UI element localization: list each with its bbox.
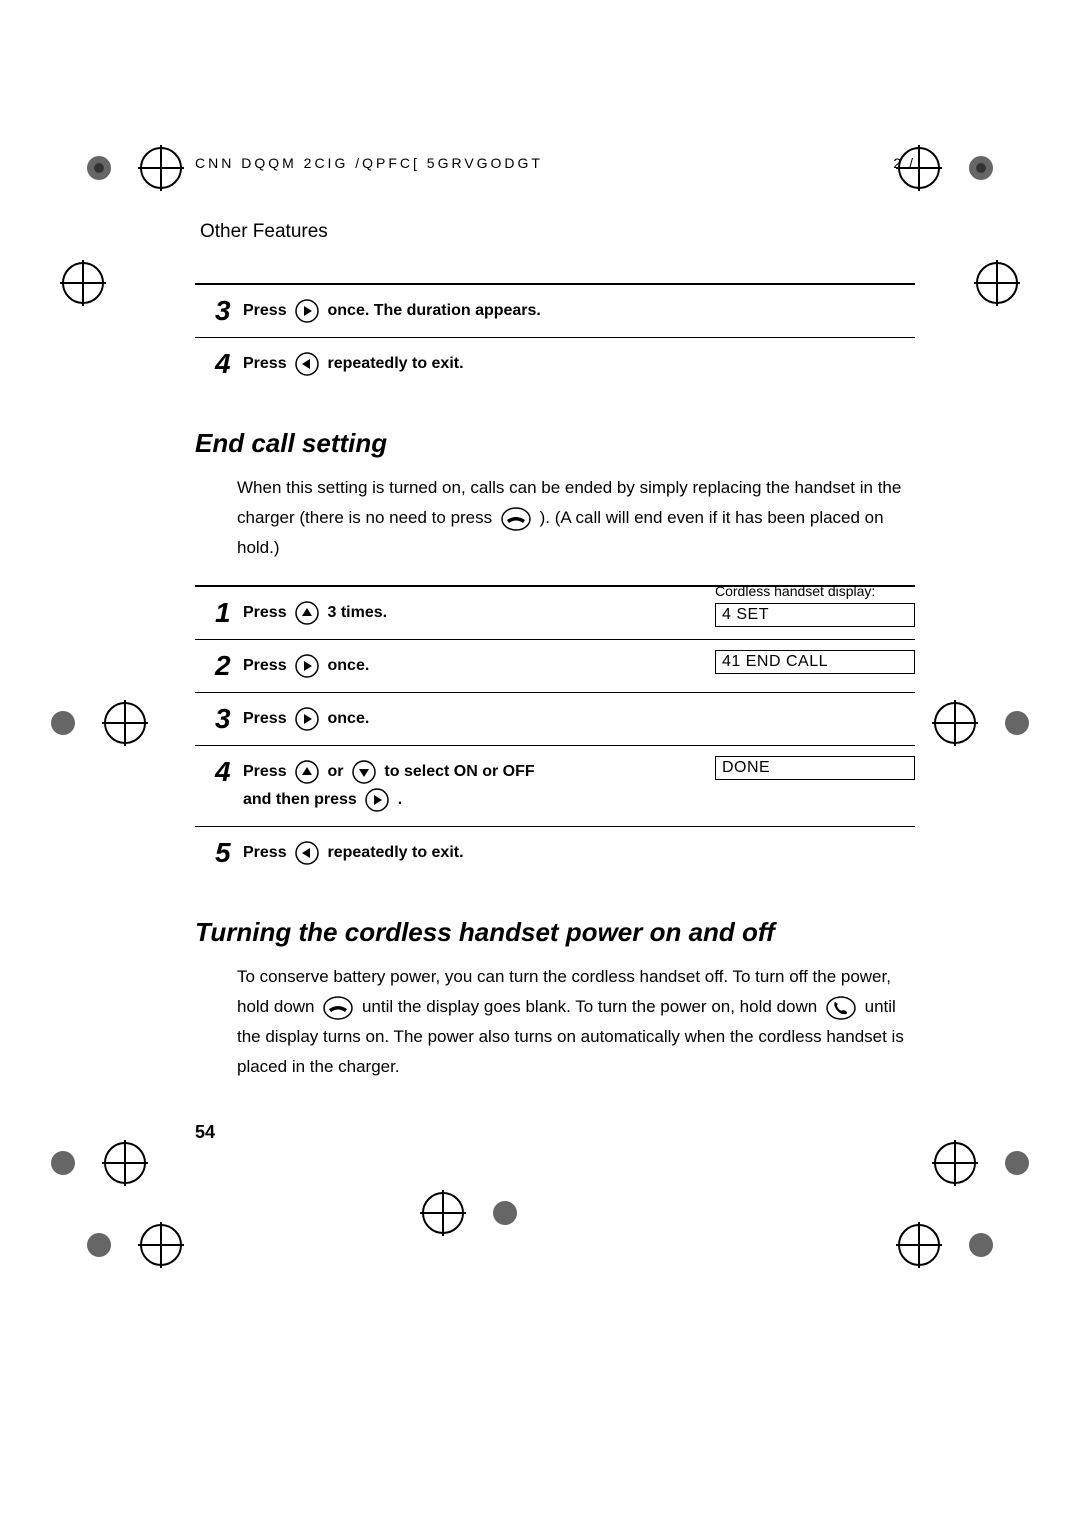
step-number: 3 bbox=[215, 705, 243, 733]
right-arrow-button-icon bbox=[295, 654, 319, 678]
section-label: Other Features bbox=[200, 221, 915, 243]
left-arrow-button-icon bbox=[295, 841, 319, 865]
endcall-step-3: 3 Press once. bbox=[195, 693, 915, 745]
crop-mark-left-3 bbox=[40, 1140, 148, 1186]
end-call-paragraph: When this setting is turned on, calls ca… bbox=[237, 473, 915, 563]
step-text: Press once. bbox=[243, 705, 369, 733]
power-paragraph: To conserve battery power, you can turn … bbox=[237, 962, 915, 1082]
step-text: Press repeatedly to exit. bbox=[243, 839, 464, 867]
crop-mark-bot-r bbox=[896, 1222, 1004, 1268]
endcall-step-5: 5 Press repeatedly to exit. bbox=[195, 827, 915, 879]
step-text: Press or to select ON or OFF and then pr… bbox=[243, 758, 563, 814]
left-arrow-button-icon bbox=[295, 352, 319, 376]
step-number: 1 bbox=[215, 599, 243, 627]
crop-mark-right-2 bbox=[932, 700, 1040, 746]
heading-power: Turning the cordless handset power on an… bbox=[195, 917, 915, 948]
step-text: Press repeatedly to exit. bbox=[243, 350, 464, 378]
right-arrow-button-icon bbox=[365, 788, 389, 812]
display-box-set: 4 SET bbox=[715, 603, 915, 627]
crop-mark-right-3 bbox=[932, 1140, 1040, 1186]
talk-button-icon bbox=[826, 996, 856, 1020]
step-number: 5 bbox=[215, 839, 243, 867]
display-label: Cordless handset display: bbox=[715, 583, 915, 599]
hangup-button-icon bbox=[323, 996, 353, 1020]
right-arrow-button-icon bbox=[295, 299, 319, 323]
page-number: 54 bbox=[195, 1122, 915, 1143]
end-call-steps: Cordless handset display: 4 SET 1 Press … bbox=[195, 585, 915, 879]
step-text: Press 3 times. bbox=[243, 599, 387, 627]
step-number: 4 bbox=[215, 350, 243, 378]
content-area: CNN DQQM 2CIG /QPFC[ 5GRVGODGT 2 / Other… bbox=[195, 155, 915, 1143]
header-right: 2 / bbox=[893, 155, 915, 171]
step-text: Press once. The duration appears. bbox=[243, 297, 541, 325]
display-box-endcall: 41 END CALL bbox=[715, 650, 915, 674]
heading-end-call: End call setting bbox=[195, 428, 915, 459]
up-arrow-button-icon bbox=[295, 601, 319, 625]
header-line: CNN DQQM 2CIG /QPFC[ 5GRVGODGT 2 / bbox=[195, 155, 915, 171]
hangup-button-icon bbox=[501, 507, 531, 531]
crop-mark-bot-l bbox=[76, 1222, 184, 1268]
step-text: Press once. bbox=[243, 652, 369, 680]
crop-mark-left-2 bbox=[40, 700, 148, 746]
step-number: 2 bbox=[215, 652, 243, 680]
header-left: CNN DQQM 2CIG /QPFC[ 5GRVGODGT bbox=[195, 155, 543, 171]
step-number: 4 bbox=[215, 758, 243, 786]
step-number: 3 bbox=[215, 297, 243, 325]
crop-mark-top-left bbox=[76, 145, 184, 191]
crop-mark-left-1 bbox=[60, 260, 106, 306]
down-arrow-button-icon bbox=[352, 760, 376, 784]
step-3-top: 3 Press once. The duration appears. bbox=[195, 285, 915, 337]
right-arrow-button-icon bbox=[295, 707, 319, 731]
crop-mark-right-1 bbox=[974, 260, 1020, 306]
crop-mark-bottom-mid bbox=[420, 1190, 528, 1236]
up-arrow-button-icon bbox=[295, 760, 319, 784]
display-box-done: DONE bbox=[715, 756, 915, 780]
step-4-top: 4 Press repeatedly to exit. bbox=[195, 338, 915, 390]
page: CNN DQQM 2CIG /QPFC[ 5GRVGODGT 2 / Other… bbox=[0, 0, 1080, 1528]
